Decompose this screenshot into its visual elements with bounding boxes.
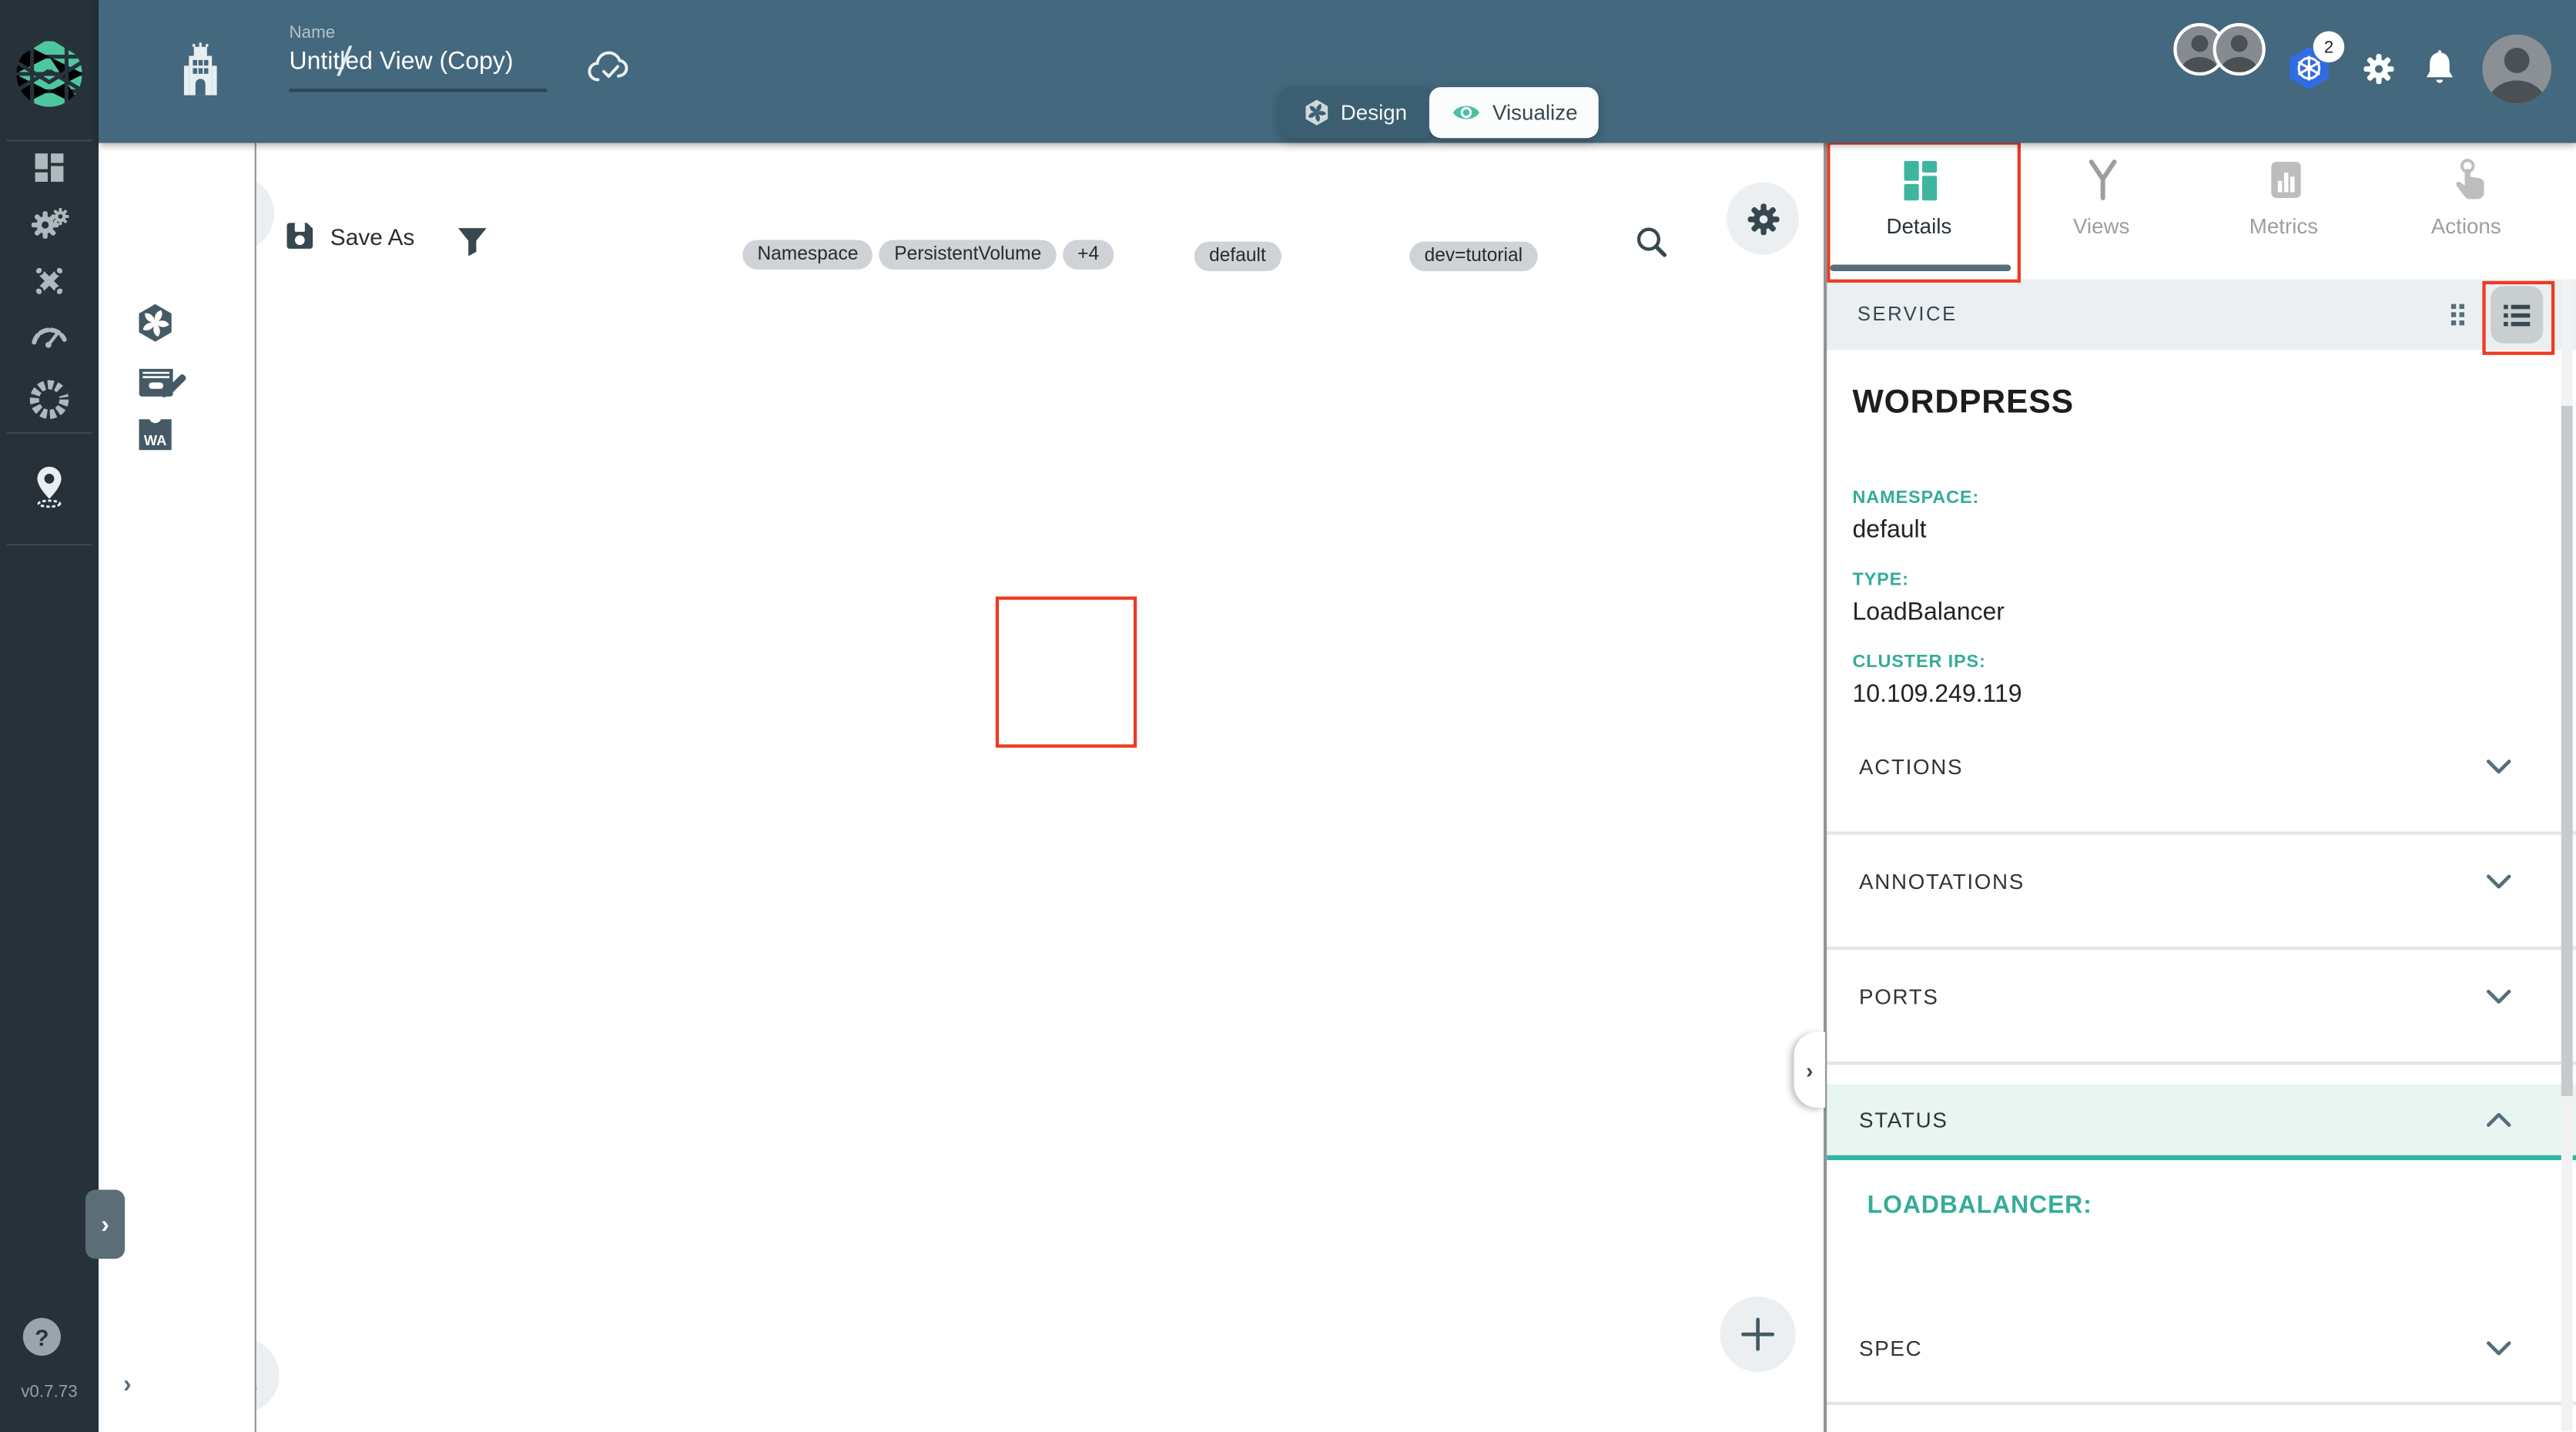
namespace-field-label: NAMESPACE:: [1852, 488, 1980, 508]
view-name-input[interactable]: Untitled View (Copy): [289, 48, 513, 75]
meshery-logo[interactable]: [15, 39, 84, 109]
section-divider: [1826, 1401, 2576, 1405]
sidebar-divider: [6, 139, 92, 142]
tab-metrics[interactable]: Metrics: [2192, 143, 2375, 280]
strip-expand-chevron[interactable]: ›: [123, 1370, 132, 1398]
version-label: v0.7.73: [21, 1382, 78, 1402]
cluster-ips-field-label: CLUSTER IPS:: [1852, 652, 1986, 672]
visualize-label: Visualize: [1492, 100, 1578, 126]
kind-chip[interactable]: PersistentVolume: [879, 240, 1057, 270]
accordion-ports[interactable]: PORTS: [1859, 984, 1939, 1009]
status-active-underline: [1826, 1155, 2576, 1161]
active-tab-underline: [1829, 264, 2011, 271]
section-divider: [1826, 831, 2576, 835]
chevron-down-icon[interactable]: [2484, 988, 2513, 1005]
accordion-actions[interactable]: ACTIONS: [1859, 754, 1963, 779]
label-chip[interactable]: dev=tutorial: [1409, 241, 1538, 271]
dashboard-icon[interactable]: [30, 149, 68, 186]
accordion-status-label: STATUS: [1859, 1107, 1948, 1132]
search-icon[interactable]: [1633, 223, 1670, 261]
plus-icon: [1741, 1317, 1775, 1351]
namespace-field-value: default: [1852, 515, 1927, 545]
accordion-status-expanded[interactable]: STATUS: [1826, 1084, 2576, 1155]
panel-collapse-handle[interactable]: ›: [1794, 1031, 1826, 1108]
sidebar-expand-button[interactable]: ›: [85, 1189, 126, 1259]
view-list-icon: [2503, 304, 2530, 326]
top-header: / Name Untitled View (Copy) Design Visua…: [98, 0, 2576, 143]
actions-hand-icon: [2455, 159, 2484, 200]
lifecycle-gears-icon[interactable]: [28, 205, 69, 246]
extensions-mesh-icon[interactable]: [27, 375, 72, 420]
accordion-spec[interactable]: SPEC: [1859, 1336, 1922, 1360]
resource-kind-bar: SERVICE: [1826, 279, 2576, 350]
save-as-button[interactable]: Save As: [283, 219, 414, 253]
design-mode-tab[interactable]: Design: [1279, 87, 1430, 139]
view-compact-icon[interactable]: [2447, 300, 2475, 328]
filter-funnel-icon[interactable]: [454, 222, 491, 260]
tab-label: Views: [2072, 213, 2130, 239]
namespace-chip[interactable]: default: [1194, 241, 1281, 271]
chevron-up-icon: [2484, 1111, 2513, 1128]
collaborator-avatar[interactable]: [2213, 22, 2266, 76]
left-sidebar: › ? v0.7.73: [0, 0, 126, 1432]
design-label: Design: [1340, 100, 1408, 126]
visualization-canvas[interactable]: [254, 143, 1824, 1432]
panel-scrollbar-thumb[interactable]: [2560, 405, 2572, 1096]
visualize-eye-icon: [1453, 106, 1481, 119]
type-field-label: TYPE:: [1852, 570, 1909, 590]
chevron-down-icon[interactable]: [2484, 1340, 2513, 1357]
chevron-down-icon[interactable]: [2484, 757, 2513, 775]
save-floppy-icon: [286, 223, 313, 249]
canvas-settings-button[interactable]: [1727, 182, 1799, 255]
section-divider: [1826, 946, 2576, 951]
sidebar-divider: [6, 432, 92, 434]
visualize-mode-tab[interactable]: Visualize: [1429, 87, 1600, 139]
organization-building-icon[interactable]: [181, 42, 220, 96]
metrics-icon: [2270, 162, 2300, 199]
section-divider: [1826, 1061, 2576, 1065]
edit-pencil-icon[interactable]: [158, 370, 191, 403]
tab-label: Actions: [2430, 213, 2501, 239]
mode-toggle: Design Visualize: [1279, 87, 1600, 139]
help-button[interactable]: ?: [22, 1317, 61, 1356]
type-field-value: LoadBalancer: [1852, 598, 2005, 626]
add-node-button[interactable]: [1720, 1296, 1796, 1373]
tab-label: Metrics: [2249, 213, 2319, 239]
tab-label: Details: [1886, 213, 1952, 239]
cluster-ips-field-value: 10.109.249.119: [1852, 680, 2022, 709]
tab-actions[interactable]: Actions: [2375, 143, 2558, 280]
wasm-filter-icon[interactable]: WA: [135, 414, 176, 455]
views-icon: [2088, 159, 2116, 201]
configuration-wrenches-icon[interactable]: [29, 261, 69, 300]
cloud-saved-icon[interactable]: [587, 49, 633, 86]
settings-gear-icon[interactable]: [2361, 51, 2397, 87]
profile-avatar[interactable]: [2482, 34, 2551, 104]
input-underline: [289, 89, 548, 92]
gear-icon: [1744, 200, 1781, 237]
view-name-label: Name: [289, 22, 336, 43]
chevron-down-icon[interactable]: [2484, 873, 2513, 890]
accordion-annotations[interactable]: ANNOTATIONS: [1859, 870, 2025, 894]
kind-chip-more[interactable]: +4: [1062, 240, 1114, 270]
notifications-bell-icon[interactable]: [2424, 49, 2457, 87]
context-count-badge: 2: [2313, 31, 2345, 63]
tab-views[interactable]: Views: [2010, 143, 2192, 280]
resource-kind-label: SERVICE: [1857, 302, 1958, 326]
panel-divider: [1823, 143, 1827, 1432]
design-icon: [1303, 99, 1331, 126]
sidebar-divider: [6, 544, 92, 546]
svg-text:WA: WA: [144, 433, 166, 448]
performance-gauge-icon[interactable]: [28, 316, 70, 358]
tab-details[interactable]: Details: [1827, 143, 2011, 280]
details-panel: Details Views Metrics Actions SERVICE WO…: [1826, 141, 2576, 1432]
resource-title: WORDPRESS: [1852, 384, 2074, 421]
location-pin-icon[interactable]: [29, 464, 69, 509]
design-spiral-icon[interactable]: [135, 303, 176, 344]
status-loadbalancer-label: LOADBALANCER:: [1867, 1191, 2092, 1219]
view-list-toggle[interactable]: [2490, 286, 2543, 344]
details-grid-icon: [1903, 161, 1937, 201]
kind-chip[interactable]: Namespace: [742, 240, 873, 270]
save-as-label: Save As: [330, 223, 415, 250]
